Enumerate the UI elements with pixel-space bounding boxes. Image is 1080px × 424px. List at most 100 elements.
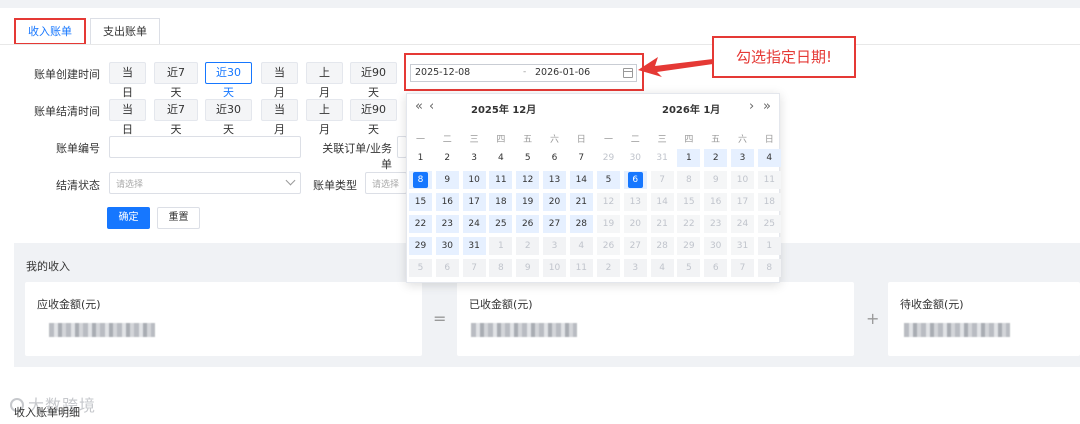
left-day-cell[interactable]: 26 bbox=[516, 215, 540, 233]
left-day-cell[interactable]: 11 bbox=[489, 171, 513, 189]
settled-90d-button[interactable]: 近90天 bbox=[350, 99, 397, 136]
left-day-cell[interactable]: 4 bbox=[489, 149, 512, 167]
left-day-cell[interactable]: 9 bbox=[435, 171, 459, 189]
confirm-button[interactable]: 确定 bbox=[107, 207, 150, 229]
right-day-cell[interactable]: 20 bbox=[623, 215, 647, 233]
created-last-month-button[interactable]: 上月 bbox=[306, 62, 343, 99]
right-day-cell[interactable]: 3 bbox=[623, 259, 647, 277]
right-day-cell[interactable]: 11 bbox=[757, 171, 781, 189]
date-range-input[interactable]: 2025-12-08 - 2026-01-06 bbox=[410, 64, 637, 82]
next-month-icon[interactable]: › bbox=[749, 99, 754, 114]
right-day-cell[interactable]: 16 bbox=[704, 193, 728, 211]
created-30d-button[interactable]: 近30天 bbox=[205, 62, 252, 99]
right-day-cell[interactable]: 17 bbox=[731, 193, 754, 211]
left-day-cell[interactable]: 21 bbox=[569, 193, 593, 211]
right-day-cell[interactable]: 29 bbox=[597, 149, 620, 167]
left-day-cell[interactable]: 25 bbox=[489, 215, 513, 233]
right-day-cell[interactable]: 30 bbox=[624, 149, 647, 167]
right-day-cell[interactable]: 24 bbox=[731, 215, 754, 233]
tab-expense-bills[interactable]: 支出账单 bbox=[90, 18, 160, 45]
right-day-cell[interactable]: 2 bbox=[597, 259, 620, 277]
left-day-cell[interactable]: 29 bbox=[409, 237, 432, 255]
left-day-cell[interactable]: 24 bbox=[462, 215, 486, 233]
right-day-cell[interactable]: 19 bbox=[597, 215, 620, 233]
right-day-cell[interactable]: 14 bbox=[650, 193, 674, 211]
created-this-month-button[interactable]: 当月 bbox=[261, 62, 298, 99]
left-day-cell[interactable]: 11 bbox=[569, 259, 593, 277]
right-day-cell[interactable]: 6 bbox=[623, 171, 647, 189]
right-day-cell[interactable]: 5 bbox=[597, 171, 620, 189]
right-day-cell[interactable]: 31 bbox=[651, 149, 674, 167]
date-range-end[interactable]: 2026-01-06 bbox=[535, 67, 590, 78]
left-day-cell[interactable]: 31 bbox=[462, 237, 486, 255]
right-day-cell[interactable]: 9 bbox=[704, 171, 728, 189]
left-day-cell[interactable]: 12 bbox=[516, 171, 540, 189]
settled-today-button[interactable]: 当日 bbox=[109, 99, 146, 136]
left-day-cell[interactable]: 9 bbox=[516, 259, 540, 277]
left-day-cell[interactable]: 20 bbox=[543, 193, 566, 211]
right-day-cell[interactable]: 10 bbox=[731, 171, 754, 189]
left-day-cell[interactable]: 7 bbox=[462, 259, 486, 277]
left-day-cell[interactable]: 1 bbox=[409, 149, 432, 167]
left-day-cell[interactable]: 5 bbox=[516, 149, 539, 167]
settled-7d-button[interactable]: 近7天 bbox=[154, 99, 198, 136]
right-day-cell[interactable]: 1 bbox=[677, 149, 701, 167]
right-day-cell[interactable]: 30 bbox=[704, 237, 728, 255]
left-day-cell[interactable]: 4 bbox=[569, 237, 593, 255]
left-day-cell[interactable]: 5 bbox=[409, 259, 432, 277]
created-today-button[interactable]: 当日 bbox=[109, 62, 146, 99]
left-day-cell[interactable]: 23 bbox=[435, 215, 459, 233]
left-day-cell[interactable]: 6 bbox=[435, 259, 459, 277]
left-day-cell[interactable]: 3 bbox=[543, 237, 566, 255]
created-7d-button[interactable]: 近7天 bbox=[154, 62, 198, 99]
settled-this-month-button[interactable]: 当月 bbox=[261, 99, 298, 136]
right-day-cell[interactable]: 4 bbox=[757, 149, 781, 167]
left-day-cell[interactable]: 27 bbox=[543, 215, 566, 233]
right-day-cell[interactable]: 12 bbox=[597, 193, 620, 211]
left-day-cell[interactable]: 2 bbox=[516, 237, 540, 255]
left-day-cell[interactable]: 8 bbox=[409, 171, 432, 189]
left-day-cell[interactable]: 19 bbox=[516, 193, 540, 211]
right-day-cell[interactable]: 27 bbox=[623, 237, 647, 255]
left-day-cell[interactable]: 8 bbox=[489, 259, 513, 277]
left-day-cell[interactable]: 7 bbox=[570, 149, 593, 167]
left-day-cell[interactable]: 18 bbox=[489, 193, 513, 211]
right-day-cell[interactable]: 18 bbox=[757, 193, 781, 211]
left-day-cell[interactable]: 16 bbox=[435, 193, 459, 211]
right-day-cell[interactable]: 22 bbox=[677, 215, 701, 233]
status-select[interactable]: 请选择 bbox=[109, 172, 301, 194]
reset-button[interactable]: 重置 bbox=[157, 207, 200, 229]
right-day-cell[interactable]: 6 bbox=[704, 259, 728, 277]
right-day-cell[interactable]: 26 bbox=[597, 237, 620, 255]
prev-month-icon[interactable]: ‹ bbox=[429, 99, 434, 114]
right-day-cell[interactable]: 7 bbox=[731, 259, 754, 277]
right-day-cell[interactable]: 1 bbox=[757, 237, 781, 255]
type-select[interactable]: 请选择 bbox=[365, 172, 407, 194]
right-day-cell[interactable]: 4 bbox=[650, 259, 674, 277]
left-day-cell[interactable]: 17 bbox=[462, 193, 486, 211]
right-day-cell[interactable]: 23 bbox=[704, 215, 728, 233]
settled-last-month-button[interactable]: 上月 bbox=[306, 99, 343, 136]
settled-30d-button[interactable]: 近30天 bbox=[205, 99, 252, 136]
right-day-cell[interactable]: 3 bbox=[731, 149, 754, 167]
left-day-cell[interactable]: 13 bbox=[543, 171, 566, 189]
next-year-icon[interactable]: » bbox=[763, 99, 771, 114]
left-day-cell[interactable]: 14 bbox=[569, 171, 593, 189]
prev-year-icon[interactable]: « bbox=[415, 99, 423, 114]
left-day-cell[interactable]: 10 bbox=[462, 171, 486, 189]
right-day-cell[interactable]: 7 bbox=[650, 171, 674, 189]
left-day-cell[interactable]: 30 bbox=[435, 237, 459, 255]
left-day-cell[interactable]: 15 bbox=[409, 193, 432, 211]
right-day-cell[interactable]: 31 bbox=[731, 237, 754, 255]
right-day-cell[interactable]: 8 bbox=[757, 259, 781, 277]
right-day-cell[interactable]: 29 bbox=[677, 237, 701, 255]
right-day-cell[interactable]: 21 bbox=[650, 215, 674, 233]
right-day-cell[interactable]: 5 bbox=[677, 259, 701, 277]
right-day-cell[interactable]: 2 bbox=[704, 149, 728, 167]
right-day-cell[interactable]: 15 bbox=[677, 193, 701, 211]
right-day-cell[interactable]: 13 bbox=[623, 193, 647, 211]
created-90d-button[interactable]: 近90天 bbox=[350, 62, 397, 99]
left-day-cell[interactable]: 28 bbox=[569, 215, 593, 233]
left-day-cell[interactable]: 22 bbox=[409, 215, 432, 233]
left-day-cell[interactable]: 3 bbox=[463, 149, 486, 167]
